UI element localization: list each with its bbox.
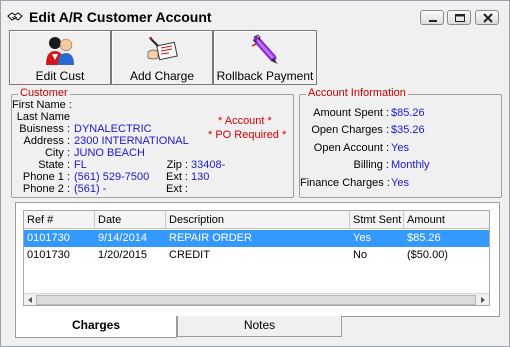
invoice-hand-icon <box>147 37 178 61</box>
phone2-value: (561) - <box>74 183 107 195</box>
account-group-title: Account Information <box>306 87 408 99</box>
people-icon <box>46 37 74 65</box>
finance-charges-label: Finance Charges : <box>300 177 390 189</box>
table-row[interactable]: 0101730 9/14/2014 REPAIR ORDER Yes $85.2… <box>24 230 489 247</box>
cell-description: CREDIT <box>169 249 210 261</box>
billing-value: Monthly <box>391 159 430 171</box>
ext1-value: 130 <box>191 171 210 183</box>
open-account-label: Open Account : <box>313 142 389 154</box>
zip-value: 33408- <box>191 159 226 171</box>
cell-amount: ($50.00) <box>407 249 448 261</box>
open-account-value: Yes <box>391 142 409 154</box>
cell-date: 9/14/2014 <box>98 232 147 244</box>
rollback-payment-button[interactable]: Rollback Payment <box>213 30 317 85</box>
minimize-button[interactable] <box>420 10 444 25</box>
cell-date: 1/20/2015 <box>98 249 147 261</box>
open-charges-value: $35.26 <box>391 124 425 136</box>
address-value: 2300 INTERNATIONAL <box>74 135 189 147</box>
account-required-flag: * Account * <box>218 115 272 127</box>
business-value: DYNALECTRIC <box>74 123 152 135</box>
account-information-group: Account Information Amount Spent : $85.2… <box>299 87 502 198</box>
scroll-right-icon[interactable] <box>477 294 489 306</box>
po-required-flag: * PO Required * <box>208 129 287 141</box>
table-row[interactable]: 0101730 1/20/2015 CREDIT No ($50.00) <box>24 247 489 264</box>
column-header-stmt-sent[interactable]: Stmt Sent <box>350 211 404 229</box>
charges-tab-panel: Ref # Date Description Stmt Sent Amount … <box>15 202 500 317</box>
cell-ref: 0101730 <box>27 232 70 244</box>
cell-amount: $85.26 <box>407 232 441 244</box>
phone1-value: (561) 529-7500 <box>74 171 150 183</box>
open-charges-label: Open Charges : <box>311 124 389 136</box>
charges-table[interactable]: Ref # Date Description Stmt Sent Amount … <box>23 210 490 306</box>
first-name-label: First Name : <box>12 99 72 111</box>
column-header-amount[interactable]: Amount <box>404 211 489 229</box>
edit-cust-label: Edit Cust <box>35 69 85 83</box>
customer-group-title: Customer <box>18 87 70 99</box>
tab-charges[interactable]: Charges <box>15 316 177 338</box>
toolbar: Edit Cust Add Charge Rollback Payment <box>9 30 317 85</box>
amount-spent-label: Amount Spent : <box>313 107 389 119</box>
add-charge-label: Add Charge <box>129 69 195 83</box>
column-header-date[interactable]: Date <box>95 211 166 229</box>
ext1-label: Ext : <box>165 171 188 183</box>
zip-label: Zip : <box>166 159 188 171</box>
close-button[interactable] <box>475 10 499 25</box>
title-bar[interactable]: Edit A/R Customer Account <box>1 1 509 32</box>
city-value: JUNO BEACH <box>74 147 145 159</box>
rollback-payment-label: Rollback Payment <box>216 69 314 83</box>
cell-stmt-sent: Yes <box>353 232 371 244</box>
business-label: Buisness : <box>19 123 70 135</box>
last-name-label: Last Name <box>16 111 70 123</box>
tab-notes[interactable]: Notes <box>177 316 342 337</box>
address-label: Address : <box>23 135 70 147</box>
table-header: Ref # Date Description Stmt Sent Amount <box>24 211 489 229</box>
edit-cust-button[interactable]: Edit Cust <box>9 30 111 85</box>
cell-description: REPAIR ORDER <box>169 232 252 244</box>
amount-spent-value: $85.26 <box>391 107 425 119</box>
add-charge-button[interactable]: Add Charge <box>111 30 213 85</box>
minimize-icon <box>429 20 437 22</box>
handshake-icon <box>7 12 23 21</box>
scroll-left-icon[interactable] <box>24 294 36 306</box>
column-header-ref[interactable]: Ref # <box>24 211 95 229</box>
maximize-icon <box>455 14 465 22</box>
horizontal-scrollbar[interactable] <box>24 293 489 305</box>
state-value: FL <box>74 159 87 171</box>
billing-label: Billing : <box>353 159 389 171</box>
finance-charges-value: Yes <box>391 177 409 189</box>
city-label: City : <box>44 147 70 159</box>
state-label: State : <box>38 159 70 171</box>
phone2-label: Phone 2 : <box>22 183 70 195</box>
cell-stmt-sent: No <box>353 249 368 261</box>
phone1-label: Phone 1 : <box>22 171 70 183</box>
window-title: Edit A/R Customer Account <box>29 9 212 25</box>
pen-icon <box>251 34 278 64</box>
column-header-description[interactable]: Description <box>166 211 350 229</box>
customer-group: Customer First Name : Last Name Buisness… <box>11 87 294 198</box>
ext2-label: Ext : <box>165 183 188 195</box>
close-icon <box>483 13 493 23</box>
scrollbar-thumb[interactable] <box>36 295 476 305</box>
edit-ar-customer-window: Edit A/R Customer Account Edit Cust Add … <box>0 0 510 347</box>
maximize-button[interactable] <box>447 10 471 25</box>
cell-ref: 0101730 <box>27 249 70 261</box>
